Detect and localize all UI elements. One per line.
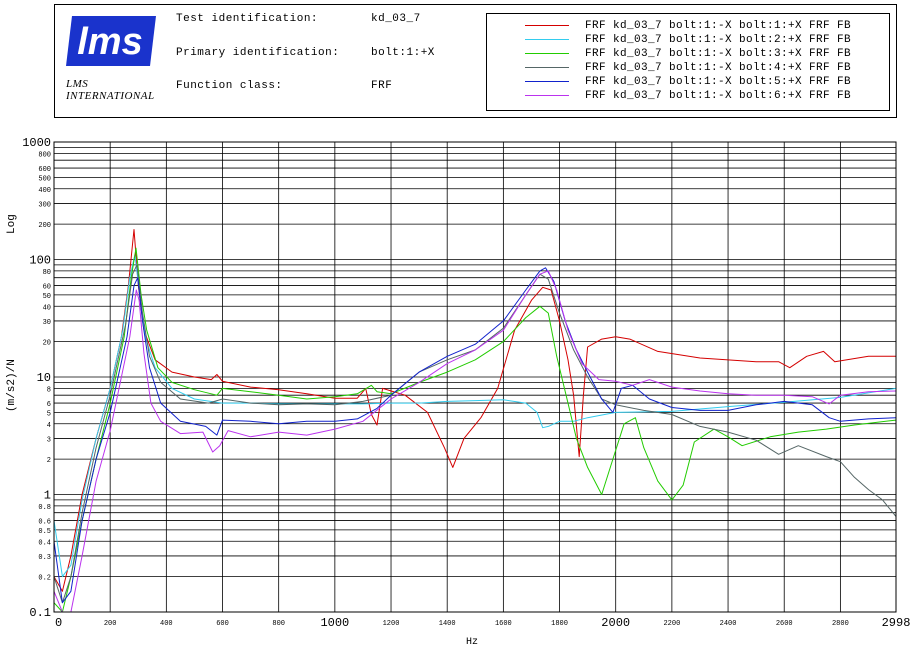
y-tick-label: 0.3 [38, 554, 51, 562]
y-tick-label: 30 [43, 319, 51, 327]
frf-plot: 1000800600500400300200100806050403020108… [22, 136, 911, 630]
y-tick-label: 50 [43, 293, 51, 301]
y-tick-label: 40 [43, 304, 51, 312]
x-tick-label: 2600 [776, 620, 793, 628]
x-tick-label: 2000 [601, 616, 630, 630]
x-axis-label: Hz [466, 637, 479, 648]
x-tick-label: 2400 [720, 620, 737, 628]
y-tick-label: 0.5 [38, 528, 51, 536]
series-lines [53, 229, 897, 613]
y-tick-label: 10 [37, 371, 51, 385]
y-tick-label: 0.2 [38, 575, 51, 583]
x-tick-label: 2200 [663, 620, 680, 628]
y-tick-label: 60 [43, 284, 51, 292]
x-tick-label: 800 [272, 620, 285, 628]
x-tick-label: 2800 [832, 620, 849, 628]
y-tick-label: 1000 [22, 136, 51, 150]
y-tick-label: 0.6 [38, 519, 51, 527]
y-tick-label: 0.8 [38, 504, 51, 512]
y-axis-label-units: (m/s2)/N [6, 359, 18, 412]
series-line-6 [53, 270, 897, 613]
y-tick-label: 6 [47, 401, 51, 409]
series-line-2 [53, 254, 897, 578]
y-tick-label: 20 [43, 340, 51, 348]
y-tick-label: 5 [47, 410, 51, 418]
y-tick-label: 600 [38, 166, 51, 174]
y-tick-label: 200 [38, 222, 51, 230]
y-tick-label: 3 [47, 436, 51, 444]
y-tick-label: 400 [38, 187, 51, 195]
y-tick-label: 100 [29, 254, 51, 268]
series-line-3 [53, 247, 897, 613]
x-tick-label: 1000 [320, 616, 349, 630]
series-line-1 [53, 229, 896, 592]
x-tick-label: 1400 [439, 620, 456, 628]
x-tick-label: 0 [55, 616, 62, 630]
y-tick-label: 2 [47, 457, 51, 465]
x-tick-label: 600 [216, 620, 229, 628]
x-tick-label: 1200 [383, 620, 400, 628]
series-line-5 [53, 267, 897, 604]
y-tick-label: 80 [43, 269, 51, 277]
y-tick-label: 0.4 [38, 539, 51, 547]
x-tick-label: 400 [160, 620, 173, 628]
y-tick-label: 0.1 [29, 606, 51, 620]
y-tick-label: 8 [47, 386, 51, 394]
grid [53, 142, 897, 613]
y-tick-label: 800 [38, 151, 51, 159]
x-tick-label: 200 [104, 620, 117, 628]
x-tick-label: 1800 [551, 620, 568, 628]
x-tick-label: 1600 [495, 620, 512, 628]
y-tick-label: 300 [38, 201, 51, 209]
y-tick-label: 4 [47, 422, 51, 430]
y-tick-label: 500 [38, 175, 51, 183]
y-axis-label-log: Log [6, 214, 18, 234]
x-tick-label: 2998 [882, 616, 911, 630]
y-tick-label: 1 [44, 489, 51, 503]
